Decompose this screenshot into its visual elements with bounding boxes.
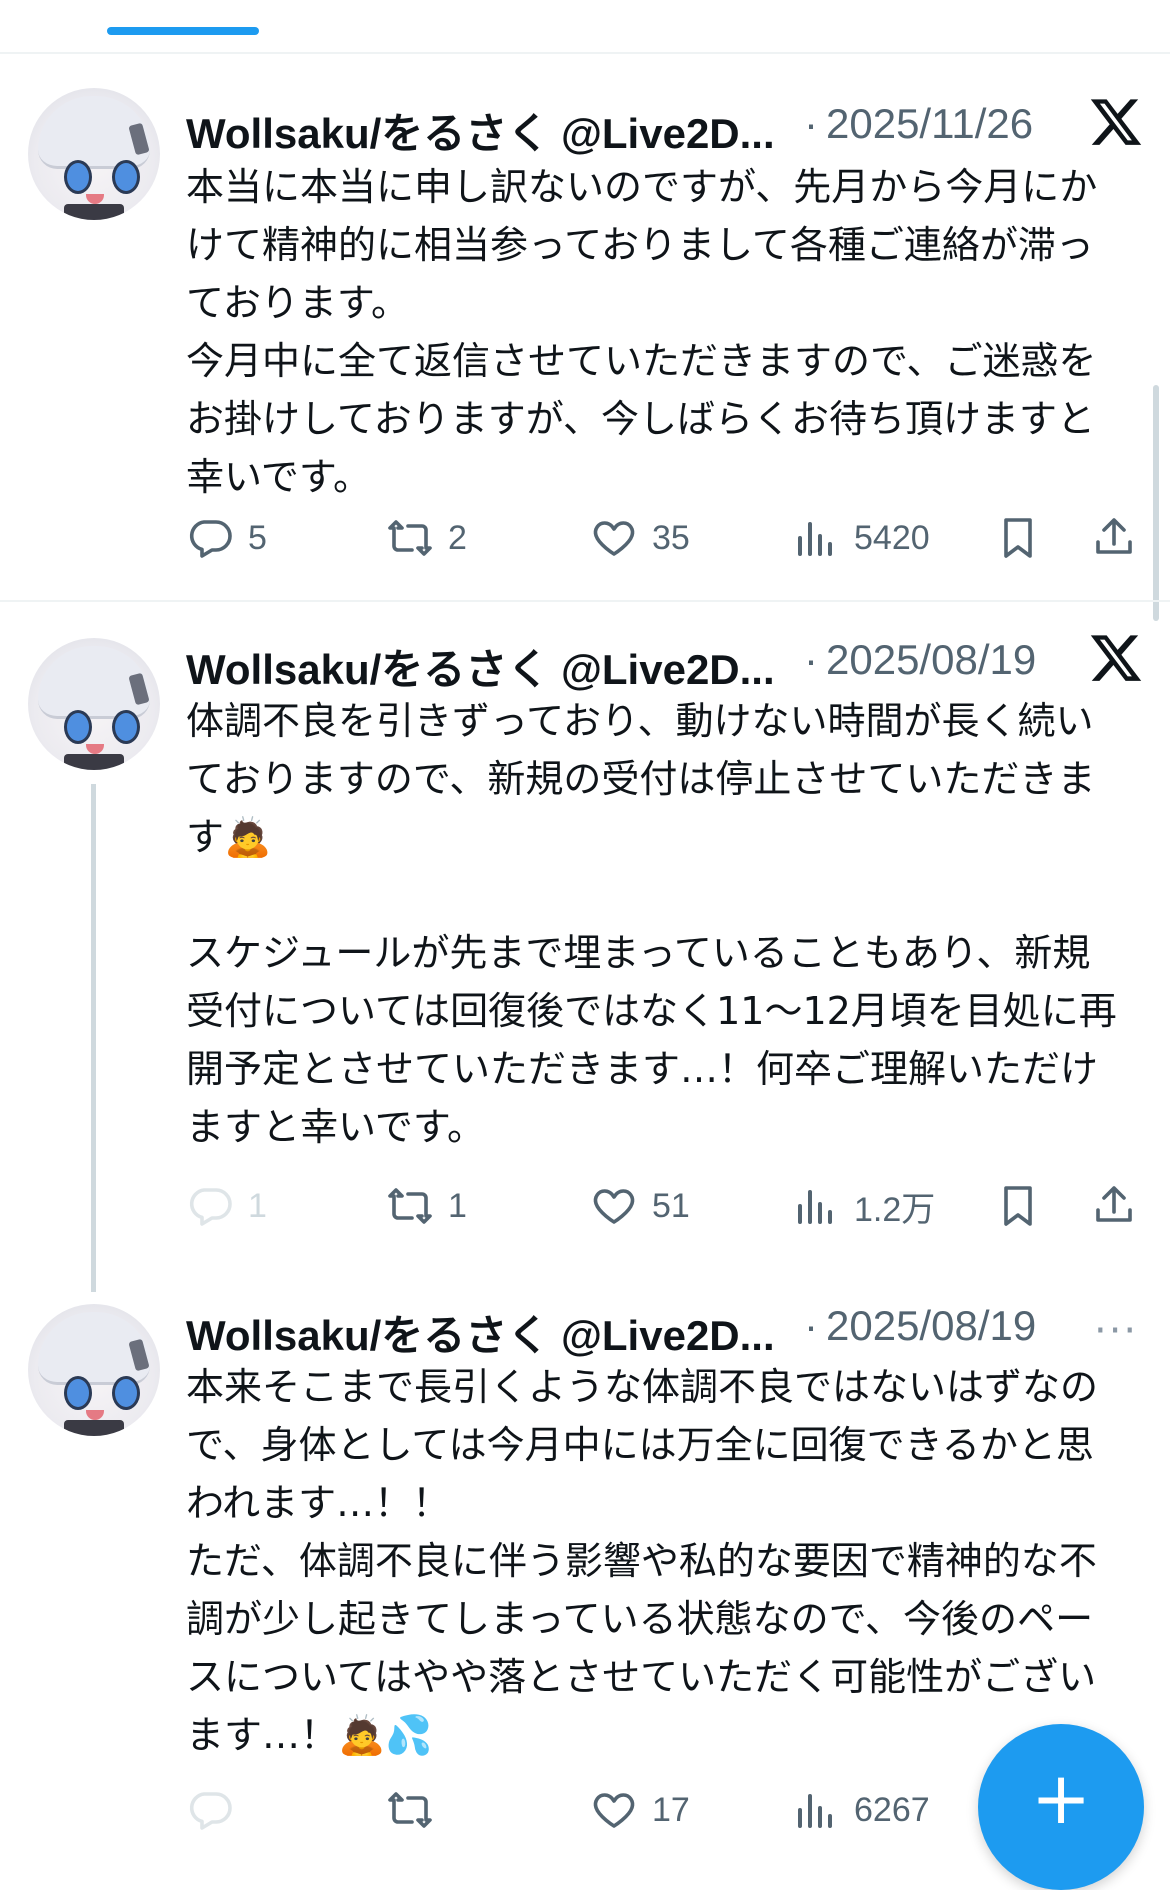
tweet-text: 体調不良を引きずっており、動けない時間が長く続いておりますので、新規の受付は停止… xyxy=(186,699,1117,1149)
like-button[interactable]: 35 xyxy=(590,508,690,568)
repost-icon xyxy=(388,520,432,556)
x-logo-icon[interactable] xyxy=(1088,94,1144,150)
compose-button[interactable]: + xyxy=(978,1724,1144,1890)
tweet-divider xyxy=(0,600,1170,602)
view-count: 6267 xyxy=(854,1790,930,1829)
tweet-header: Wollsaku/をるさく @Live2D... · 2025/08/19 ··… xyxy=(186,1298,1146,1359)
share-icon xyxy=(1096,518,1132,554)
avatar[interactable] xyxy=(28,638,160,770)
like-icon xyxy=(593,1189,635,1224)
reply-button[interactable]: 1 xyxy=(186,1176,267,1236)
tweet-date[interactable]: 2025/08/19 xyxy=(826,636,1036,684)
like-count: 35 xyxy=(652,518,690,557)
like-button[interactable]: 51 xyxy=(590,1176,690,1236)
plus-icon: + xyxy=(1030,1756,1092,1840)
tweet-date[interactable]: 2025/11/26 xyxy=(826,100,1033,148)
like-count: 51 xyxy=(652,1186,690,1225)
reply-icon xyxy=(189,1188,232,1226)
reply-icon xyxy=(189,520,232,558)
author-name[interactable]: Wollsaku/をるさく @Live2D... xyxy=(186,636,775,697)
bookmark-button[interactable] xyxy=(994,1176,1042,1236)
repost-icon xyxy=(388,1188,432,1224)
tweet-date[interactable]: 2025/08/19 xyxy=(826,1302,1036,1350)
share-button[interactable] xyxy=(1090,1176,1138,1236)
repost-button[interactable]: 2 xyxy=(386,508,467,568)
views-icon xyxy=(798,522,832,556)
tweet-text: 本来そこまで長引くような体調不良ではないはずなので、身体としては今月中には万全に… xyxy=(186,1365,1099,1757)
reply-button[interactable] xyxy=(186,1780,234,1840)
tweet[interactable]: Wollsaku/をるさく @Live2D... · 2025/11/26 本当… xyxy=(0,54,1170,598)
reply-icon xyxy=(189,1792,232,1830)
views-button[interactable]: 6267 xyxy=(792,1780,930,1840)
tweet-header: Wollsaku/をるさく @Live2D... · 2025/11/26 xyxy=(186,94,1146,157)
reply-count: 1 xyxy=(248,1186,267,1225)
avatar[interactable] xyxy=(28,1304,160,1436)
view-count: 5420 xyxy=(854,518,930,557)
reply-count: 5 xyxy=(248,518,267,557)
repost-icon xyxy=(388,1792,432,1828)
like-button[interactable]: 17 xyxy=(590,1780,690,1840)
views-button[interactable]: 5420 xyxy=(792,508,930,568)
separator-dot: · xyxy=(804,100,818,147)
view-count: 1.2万 xyxy=(854,1190,936,1229)
repost-count: 2 xyxy=(448,518,467,557)
tweet-actions: 1 1 51 1.2万 xyxy=(186,1176,1146,1236)
views-button[interactable]: 1.2万 xyxy=(792,1176,935,1236)
separator-dot: · xyxy=(804,636,818,683)
views-icon xyxy=(798,1190,832,1224)
author-name[interactable]: Wollsaku/をるさく @Live2D... xyxy=(186,100,775,161)
repost-count: 1 xyxy=(448,1186,467,1225)
tweet-text: 本当に本当に申し訳ないのですが、先月から今月にかけて精神的に相当参っておりまして… xyxy=(186,165,1098,499)
tweet-header: Wollsaku/をるさく @Live2D... · 2025/08/19 xyxy=(186,630,1146,693)
more-icon[interactable]: ··· xyxy=(1094,1308,1138,1354)
bookmark-icon xyxy=(1004,1186,1032,1226)
like-count: 17 xyxy=(652,1790,690,1829)
author-name[interactable]: Wollsaku/をるさく @Live2D... xyxy=(186,1302,775,1363)
active-tab-indicator xyxy=(107,27,259,35)
share-icon xyxy=(1096,1186,1132,1222)
bookmark-icon xyxy=(1004,518,1032,558)
tweet-actions: 5 2 35 5420 xyxy=(186,508,1146,568)
separator-dot: · xyxy=(804,1302,818,1349)
repost-button[interactable]: 1 xyxy=(386,1176,467,1236)
like-icon xyxy=(593,521,635,556)
x-logo-icon[interactable] xyxy=(1088,630,1144,686)
views-icon xyxy=(798,1794,832,1828)
like-icon xyxy=(593,1793,635,1828)
top-bar xyxy=(0,0,1170,52)
bookmark-button[interactable] xyxy=(994,508,1042,568)
avatar[interactable] xyxy=(28,88,160,220)
repost-button[interactable] xyxy=(386,1780,448,1840)
share-button[interactable] xyxy=(1090,508,1138,568)
reply-button[interactable]: 5 xyxy=(186,508,267,568)
tweet[interactable]: Wollsaku/をるさく @Live2D... · 2025/08/19 体調… xyxy=(0,604,1170,1270)
